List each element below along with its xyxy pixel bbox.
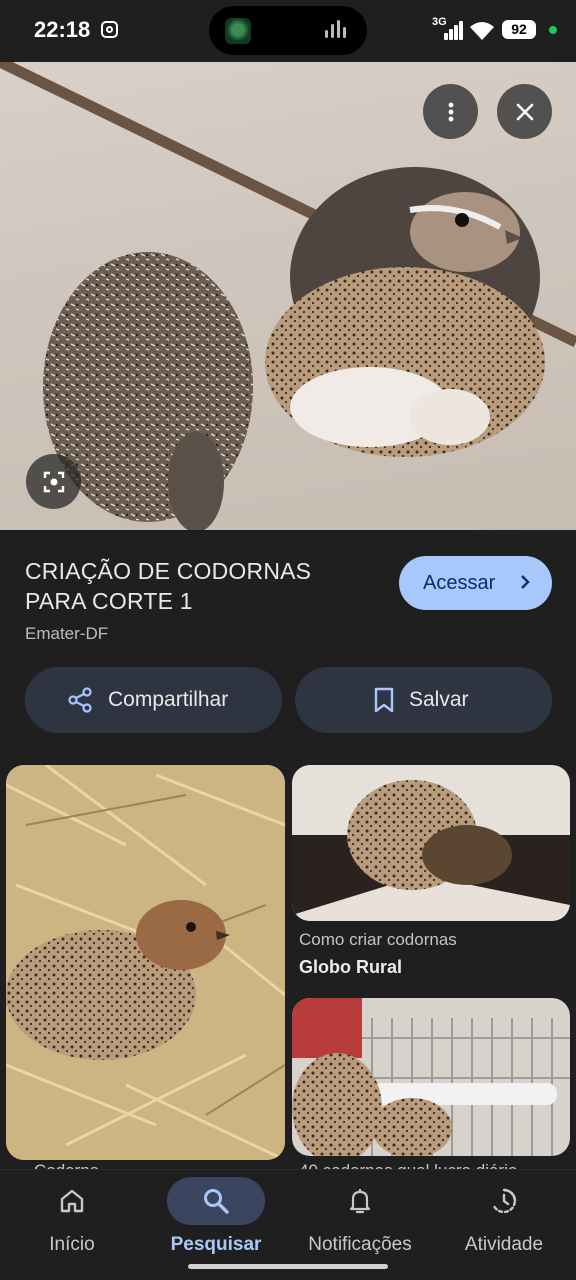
- related-image-top[interactable]: [292, 765, 570, 921]
- close-button[interactable]: [497, 84, 552, 139]
- signal-icon: [444, 20, 464, 40]
- audio-wave-icon: [325, 20, 351, 40]
- related-caption-3[interactable]: Codorna: [34, 1161, 99, 1169]
- related-image-left[interactable]: [6, 765, 285, 1160]
- quail-cage-photo: [292, 998, 570, 1156]
- instagram-icon: [101, 21, 118, 38]
- access-button[interactable]: Acessar: [399, 556, 552, 610]
- home-indicator: [188, 1264, 388, 1269]
- quail-perch-photo: [292, 765, 570, 921]
- related-source-1[interactable]: Globo Rural: [299, 957, 402, 978]
- save-button-label: Salvar: [409, 688, 469, 711]
- share-icon: [68, 687, 92, 713]
- more-options-button[interactable]: [423, 84, 478, 139]
- nav-label-inicio: Início: [49, 1234, 95, 1255]
- nav-item-atividade[interactable]: Atividade: [432, 1170, 576, 1270]
- app-activity-icon: [225, 18, 251, 44]
- nav-label-atividade: Atividade: [464, 1234, 544, 1255]
- lens-button[interactable]: [26, 454, 81, 509]
- battery-icon: 92: [502, 20, 536, 39]
- nav-item-pesquisar[interactable]: Pesquisar: [144, 1170, 288, 1270]
- status-time: 22:18: [34, 17, 91, 42]
- nav-item-inicio[interactable]: Início: [0, 1170, 144, 1270]
- result-title: CRIAÇÃO DE CODORNAS PARA CORTE 1: [25, 558, 312, 614]
- chevron-right-icon: [521, 575, 530, 589]
- quail-photo: [0, 62, 576, 530]
- related-caption-1[interactable]: Como criar codornas: [299, 930, 457, 950]
- nav-label-notificacoes: Notificações: [308, 1234, 412, 1255]
- result-source[interactable]: Emater-DF: [25, 624, 108, 644]
- nav-item-notificacoes[interactable]: Notificações: [288, 1170, 432, 1270]
- dynamic-island: [209, 6, 367, 55]
- quail-straw-photo: [6, 765, 285, 1160]
- nav-label-pesquisar: Pesquisar: [170, 1234, 262, 1255]
- bookmark-icon: [374, 687, 394, 713]
- search-icon: [204, 1189, 229, 1214]
- close-icon: [516, 103, 533, 120]
- privacy-indicator: [549, 26, 557, 34]
- more-vert-icon: [448, 102, 453, 121]
- hero-image[interactable]: [0, 62, 576, 530]
- lens-icon: [43, 471, 64, 492]
- activity-icon: [492, 1188, 517, 1214]
- related-image-bottom[interactable]: [292, 998, 570, 1156]
- home-icon: [60, 1189, 84, 1213]
- share-button-label: Compartilhar: [108, 688, 229, 711]
- status-indicators: 3G 92: [432, 16, 562, 44]
- share-button[interactable]: Compartilhar: [25, 667, 282, 733]
- save-button[interactable]: Salvar: [295, 667, 552, 733]
- access-button-label: Acessar: [423, 571, 496, 594]
- related-caption-2[interactable]: 40 codornas qual lucro diário: [299, 1161, 517, 1169]
- wifi-icon: [470, 22, 494, 40]
- status-bar: 22:18 3G 92: [0, 0, 576, 62]
- bell-icon: [349, 1189, 371, 1214]
